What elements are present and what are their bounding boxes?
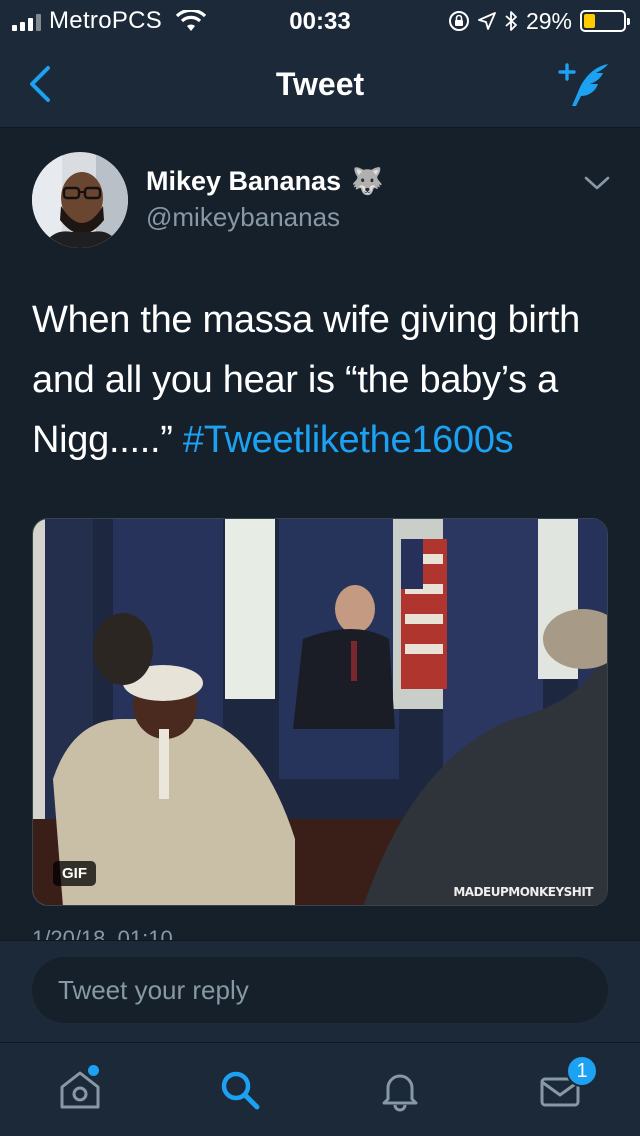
- tab-bar: 1: [0, 1042, 640, 1136]
- reply-input[interactable]: [32, 957, 608, 1023]
- tab-search[interactable]: [200, 1057, 280, 1123]
- nav-bar: Tweet: [0, 40, 640, 128]
- orientation-lock-icon: [448, 11, 469, 31]
- battery-percent: 29%: [525, 7, 572, 34]
- reply-bar: [0, 940, 640, 1042]
- messages-badge: 1: [566, 1055, 598, 1087]
- author-name[interactable]: Mikey Bananas 🐺: [146, 166, 383, 197]
- media-watermark: MADEUPMONKEYSHIT: [453, 885, 593, 899]
- tweet-media-gif[interactable]: GIF MADEUPMONKEYSHIT: [32, 518, 608, 906]
- hashtag-link[interactable]: #Tweetlikethe1600s: [183, 419, 514, 461]
- tweet-options-button[interactable]: [582, 172, 612, 194]
- compose-tweet-button[interactable]: [556, 58, 614, 112]
- page-title: Tweet: [275, 66, 365, 102]
- avatar[interactable]: [32, 152, 128, 248]
- location-icon: [478, 12, 496, 30]
- tweet-timestamp: 1/20/18, 01:10: [32, 928, 173, 940]
- battery-level: [584, 14, 596, 28]
- gif-badge: GIF: [53, 861, 96, 886]
- author-handle[interactable]: @mikeybananas: [146, 202, 340, 233]
- compose-tweet-icon: [558, 63, 608, 106]
- tab-messages[interactable]: 1: [520, 1055, 600, 1123]
- status-bar: MetroPCS 00:33 29%: [0, 0, 640, 40]
- bell-icon: [382, 1074, 418, 1112]
- bluetooth-icon: [505, 11, 517, 31]
- status-right: 29%: [448, 7, 630, 34]
- tab-home[interactable]: [40, 1057, 120, 1123]
- wolf-emoji: 🐺: [351, 166, 384, 196]
- author-name-text: Mikey Bananas: [146, 166, 342, 196]
- battery-icon: [580, 10, 630, 32]
- tab-notifications[interactable]: [360, 1057, 440, 1123]
- tweet-text: When the massa wife giving birth and all…: [32, 290, 612, 470]
- chevron-down-icon: [584, 176, 610, 190]
- new-content-dot: [88, 1065, 99, 1076]
- gif-frame-image: [33, 519, 607, 905]
- search-icon: [221, 1071, 260, 1110]
